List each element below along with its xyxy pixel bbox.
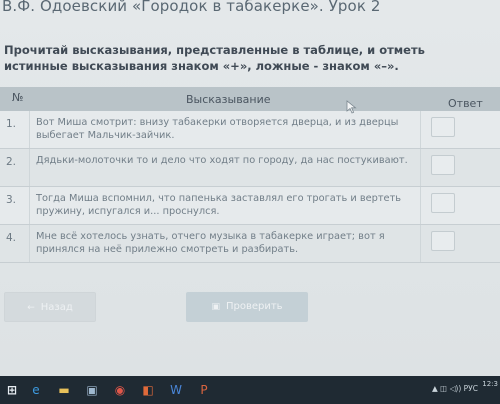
store-icon[interactable]: ▣ [84, 382, 100, 398]
lesson-title: В.Ф. Одоевский «Городок в табакерке». Ур… [2, 0, 381, 15]
answer-cell [420, 187, 500, 224]
taskbar: ⊞ e ▬ ▣ ◉ ◧ W P ▲ ◫ ◁)) РУС 12:3 [0, 376, 500, 404]
column-header-answer: Ответ [448, 97, 483, 110]
check-icon: ▣ [211, 302, 220, 312]
answer-cell [420, 149, 500, 186]
folder-icon[interactable]: ▬ [56, 382, 72, 398]
answer-input[interactable] [431, 117, 455, 137]
table-body: 1. Вот Миша смотрит: внизу табакерки отв… [0, 111, 500, 263]
system-tray[interactable]: ▲ ◫ ◁)) РУС [432, 384, 478, 393]
clock[interactable]: 12:3 [482, 380, 498, 388]
row-number: 2. [0, 149, 30, 186]
answer-cell [420, 111, 500, 148]
column-header-statement: Высказывание [186, 93, 271, 106]
answer-input[interactable] [431, 193, 455, 213]
statement-text: Дядьки-молоточки то и дело что ходят по … [36, 155, 408, 166]
lesson-page: В.Ф. Одоевский «Городок в табакерке». Ур… [0, 0, 500, 376]
check-button[interactable]: ▣ Проверить [186, 292, 308, 322]
row-number: 1. [0, 111, 30, 148]
chrome-icon[interactable]: ◉ [112, 382, 128, 398]
statement-text: Мне всё хотелось узнать, отчего музыка в… [36, 231, 385, 255]
table-row: 2. Дядьки-молоточки то и дело что ходят … [0, 149, 500, 187]
answer-cell [420, 225, 500, 262]
answer-input[interactable] [431, 155, 455, 175]
arrow-left-icon: ← [27, 303, 35, 313]
statement-text: Вот Миша смотрит: внизу табакерки отворя… [36, 117, 399, 141]
back-button-label: Назад [40, 302, 73, 313]
start-icon[interactable]: ⊞ [4, 382, 20, 398]
task-instruction: Прочитай высказывания, представленные в … [4, 43, 425, 73]
statements-table: № Высказывание Ответ 1. Вот Миша смотрит… [0, 87, 500, 263]
table-row: 1. Вот Миша смотрит: внизу табакерки отв… [0, 111, 500, 149]
table-row: 3. Тогда Миша вспомнил, что папенька зас… [0, 187, 500, 225]
mouse-cursor-icon [346, 100, 357, 114]
powerpoint-icon[interactable]: P [196, 382, 212, 398]
office-icon[interactable]: ◧ [140, 382, 156, 398]
back-button[interactable]: ← Назад [4, 292, 96, 322]
row-number: 4. [0, 225, 30, 262]
edge-icon[interactable]: e [28, 382, 44, 398]
table-row: 4. Мне всё хотелось узнать, отчего музык… [0, 225, 500, 263]
answer-input[interactable] [431, 231, 455, 251]
word-icon[interactable]: W [168, 382, 184, 398]
row-number: 3. [0, 187, 30, 224]
statement-text: Тогда Миша вспомнил, что папенька застав… [36, 193, 402, 217]
column-header-number: № [12, 91, 24, 104]
check-button-label: Проверить [225, 301, 283, 312]
table-header: № Высказывание Ответ [0, 87, 500, 111]
